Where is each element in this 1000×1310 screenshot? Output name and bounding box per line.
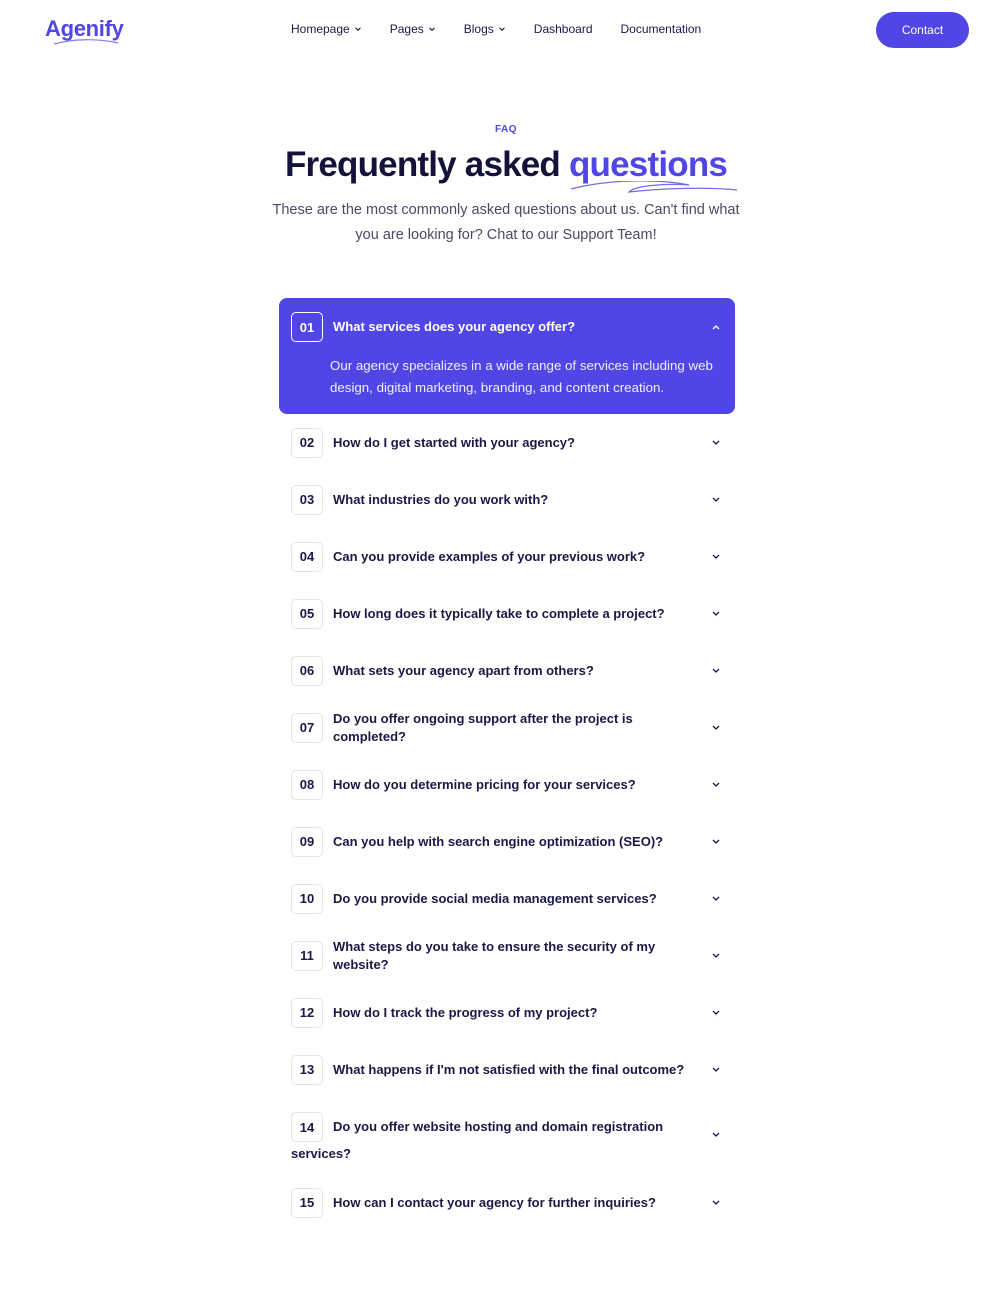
logo-swoosh-icon [53, 39, 119, 45]
faq-question: Do you provide social media management s… [333, 890, 657, 906]
faq-number: 08 [291, 769, 323, 800]
faq-number: 14 [291, 1112, 323, 1142]
chevron-down-icon[interactable] [709, 724, 723, 731]
faq-question-row[interactable]: 01 What services does your agency offer? [291, 312, 723, 342]
faq-question: How do you determine pricing for your se… [333, 776, 636, 792]
faq-number: 03 [291, 484, 323, 515]
faq-question: What steps do you take to ensure the sec… [333, 938, 656, 972]
section-eyebrow: FAQ [494, 124, 518, 135]
title-accent: questions [568, 145, 738, 193]
faq-question-row: 14 Do you offer website hosting and doma… [291, 1112, 723, 1142]
faq-answer: Our agency specializes in a wide range o… [330, 358, 713, 395]
nav-item-label: Pages [389, 22, 424, 36]
chevron-down-icon [498, 26, 506, 32]
faq-question: Do you offer ongoing support after the p… [333, 710, 633, 744]
nav-item-label: Homepage [291, 22, 350, 36]
faq-question: How long does it typically take to compl… [333, 605, 665, 621]
faq-number: 01 [291, 312, 323, 342]
chevron-down-icon[interactable] [709, 553, 723, 560]
faq-question: How do I track the progress of my projec… [333, 1004, 598, 1020]
chevron-down-icon[interactable] [709, 1009, 723, 1016]
title-underline-icon [570, 181, 738, 193]
contact-button[interactable]: Contact [876, 12, 969, 48]
faq-item[interactable]: 07 Do you offer ongoing support after th… [279, 699, 735, 756]
faq-list: 01 What services does your agency offer?… [279, 298, 735, 1231]
faq-question: Can you help with search engine optimiza… [333, 833, 664, 849]
faq-number: 10 [291, 883, 323, 914]
nav-item-pages[interactable]: Pages [390, 22, 436, 36]
faq-number: 11 [291, 940, 323, 971]
faq-item[interactable]: 05 How long does it typically take to co… [279, 585, 735, 642]
site-header: Agenify Homepage Pages Blogs Dashboard D… [0, 0, 1000, 60]
faq-question-continuation: services? [291, 1146, 351, 1161]
chevron-down-icon[interactable] [709, 439, 723, 446]
faq-question: How do I get started with your agency? [333, 434, 575, 450]
page-subtitle: These are the most commonly asked questi… [272, 202, 740, 243]
chevron-down-icon[interactable] [709, 781, 723, 788]
faq-item[interactable]: 10 Do you provide social media managemen… [279, 870, 735, 927]
chevron-down-icon[interactable] [709, 1131, 723, 1138]
page-title: Frequently asked questions [0, 145, 1000, 193]
faq-item[interactable]: 13 What happens if I'm not satisfied wit… [279, 1041, 735, 1098]
faq-question: What industries do you work with? [333, 491, 549, 507]
nav-item-dashboard[interactable]: Dashboard [534, 22, 593, 36]
faq-item[interactable]: 06 What sets your agency apart from othe… [279, 642, 735, 699]
faq-item-open[interactable]: 01 What services does your agency offer?… [279, 298, 735, 414]
faq-item[interactable]: 02 How do I get started with your agency… [279, 414, 735, 471]
faq-question: What happens if I'm not satisfied with t… [333, 1061, 685, 1077]
chevron-down-icon[interactable] [709, 667, 723, 674]
faq-number: 09 [291, 826, 323, 857]
faq-number: 12 [291, 997, 323, 1028]
faq-question: Do you offer website hosting and domain … [333, 1119, 664, 1134]
nav-item-blogs[interactable]: Blogs [464, 22, 506, 36]
nav-item-label: Blogs [463, 22, 494, 36]
faq-question: What services does your agency offer? [333, 319, 576, 334]
chevron-down-icon [428, 26, 436, 32]
nav-item-homepage[interactable]: Homepage [291, 22, 362, 36]
nav-item-label: Documentation [620, 22, 702, 36]
faq-question: How can I contact your agency for furthe… [333, 1194, 656, 1210]
faq-item[interactable]: 09 Can you help with search engine optim… [279, 813, 735, 870]
chevron-down-icon[interactable] [709, 838, 723, 845]
chevron-down-icon[interactable] [709, 1199, 723, 1206]
faq-number: 02 [291, 427, 323, 458]
chevron-down-icon[interactable] [709, 496, 723, 503]
faq-item[interactable]: 03 What industries do you work with? [279, 471, 735, 528]
nav-item-label: Dashboard [533, 22, 593, 36]
faq-number: 07 [291, 712, 323, 743]
title-main: Frequently asked [284, 145, 561, 184]
title-accent-text: questions [568, 145, 728, 184]
faq-number: 13 [291, 1054, 323, 1085]
faq-item[interactable]: 15 How can I contact your agency for fur… [279, 1174, 735, 1231]
faq-number: 15 [291, 1187, 323, 1218]
main-nav: Homepage Pages Blogs Dashboard Documenta… [291, 22, 729, 36]
faq-item[interactable]: 11 What steps do you take to ensure the … [279, 927, 735, 984]
faq-number: 06 [291, 655, 323, 686]
faq-question: Can you provide examples of your previou… [333, 548, 646, 564]
chevron-down-icon [354, 26, 362, 32]
faq-question: What sets your agency apart from others? [333, 662, 594, 678]
chevron-down-icon[interactable] [709, 895, 723, 902]
faq-item[interactable]: 12 How do I track the progress of my pro… [279, 984, 735, 1041]
faq-number: 05 [291, 598, 323, 629]
faq-item[interactable]: 04 Can you provide examples of your prev… [279, 528, 735, 585]
nav-item-documentation[interactable]: Documentation [621, 22, 702, 36]
faq-item[interactable]: 08 How do you determine pricing for your… [279, 756, 735, 813]
faq-number: 04 [291, 541, 323, 572]
chevron-down-icon[interactable] [709, 1066, 723, 1073]
chevron-up-icon[interactable] [709, 324, 723, 331]
chevron-down-icon[interactable] [709, 610, 723, 617]
chevron-down-icon[interactable] [709, 952, 723, 959]
faq-item[interactable]: 14 Do you offer website hosting and doma… [279, 1098, 735, 1174]
